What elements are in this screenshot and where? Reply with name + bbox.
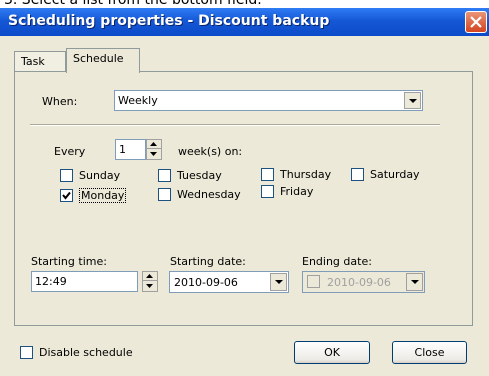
tab-schedule[interactable]: Schedule xyxy=(66,48,140,73)
scheduling-properties-dialog: Scheduling properties - Discount backup … xyxy=(0,8,489,376)
starting-time-spinner[interactable] xyxy=(142,271,158,292)
wednesday-label: Wednesday xyxy=(177,188,241,201)
when-select[interactable]: Weekly xyxy=(114,90,423,111)
checkbox-box[interactable] xyxy=(60,169,73,182)
ending-date-enable-checkbox[interactable] xyxy=(307,275,320,288)
chevron-down-icon xyxy=(409,99,417,103)
when-dropdown-button[interactable] xyxy=(404,92,421,109)
instruction-caption-text: 3. Select a list from the bottom field. xyxy=(4,0,262,8)
chevron-down-icon xyxy=(411,280,419,284)
checkbox-box[interactable] xyxy=(158,188,171,201)
checkbox-box[interactable] xyxy=(351,168,364,181)
chevron-down-icon xyxy=(150,152,157,156)
disable-schedule-checkbox[interactable]: Disable schedule xyxy=(20,346,133,359)
ok-button[interactable]: OK xyxy=(294,341,370,364)
window-title: Scheduling properties - Discount backup xyxy=(8,13,330,29)
saturday-checkbox[interactable]: Saturday xyxy=(351,168,420,181)
friday-label: Friday xyxy=(280,185,314,198)
monday-label: Monday xyxy=(79,188,127,203)
divider xyxy=(30,124,440,126)
chevron-up-icon xyxy=(146,274,153,278)
title-bar[interactable]: Scheduling properties - Discount backup xyxy=(0,8,489,36)
when-select-value: Weekly xyxy=(118,94,158,107)
sunday-label: Sunday xyxy=(79,169,121,182)
spinner-up-button[interactable] xyxy=(143,272,157,281)
wednesday-checkbox[interactable]: Wednesday xyxy=(158,188,241,201)
close-window-button[interactable] xyxy=(465,11,487,33)
monday-checkbox[interactable]: Monday xyxy=(60,188,127,203)
starting-date-label: Starting date: xyxy=(170,255,246,268)
starting-date-dropdown-button[interactable] xyxy=(270,273,287,291)
friday-checkbox[interactable]: Friday xyxy=(261,185,313,198)
chevron-down-icon xyxy=(146,284,153,288)
checkbox-box[interactable] xyxy=(20,346,33,359)
starting-date-value: 2010-09-06 xyxy=(174,276,238,289)
chevron-down-icon xyxy=(275,280,283,284)
checkbox-box[interactable] xyxy=(261,168,274,181)
spinner-down-button[interactable] xyxy=(143,282,157,291)
checkbox-box[interactable] xyxy=(158,169,171,182)
starting-time-label: Starting time: xyxy=(31,255,107,268)
every-weeks-spinner[interactable] xyxy=(146,139,162,160)
thursday-checkbox[interactable]: Thursday xyxy=(261,168,331,181)
close-button[interactable]: Close xyxy=(392,341,467,364)
disable-schedule-label: Disable schedule xyxy=(39,346,133,359)
tuesday-label: Tuesday xyxy=(177,169,222,182)
ending-date-picker[interactable]: 2010-09-06 xyxy=(302,271,425,293)
spinner-down-button[interactable] xyxy=(147,150,161,159)
close-icon xyxy=(470,16,482,28)
starting-time-input[interactable]: 12:49 xyxy=(31,271,138,292)
checkbox-box[interactable] xyxy=(261,185,274,198)
ending-date-dropdown-button[interactable] xyxy=(406,273,423,291)
saturday-label: Saturday xyxy=(370,168,420,181)
chevron-up-icon xyxy=(150,142,157,146)
thursday-label: Thursday xyxy=(280,168,332,181)
every-label: Every xyxy=(54,145,86,158)
when-label: When: xyxy=(42,95,78,108)
every-weeks-value: 1 xyxy=(119,143,126,156)
checkbox-box[interactable] xyxy=(60,189,73,202)
weeks-on-label: week(s) on: xyxy=(178,145,243,158)
sunday-checkbox[interactable]: Sunday xyxy=(60,169,120,182)
ending-date-label: Ending date: xyxy=(302,255,372,268)
every-weeks-input[interactable]: 1 xyxy=(115,139,146,160)
instruction-caption: 3. Select a list from the bottom field. xyxy=(0,0,489,8)
starting-time-value: 12:49 xyxy=(35,275,67,288)
tab-schedule-label: Schedule xyxy=(73,52,124,65)
tab-task[interactable]: Task xyxy=(14,51,66,71)
spinner-up-button[interactable] xyxy=(147,140,161,149)
starting-date-picker[interactable]: 2010-09-06 xyxy=(169,271,289,293)
tab-task-label: Task xyxy=(21,55,45,68)
tuesday-checkbox[interactable]: Tuesday xyxy=(158,169,222,182)
checkmark-icon xyxy=(62,191,71,200)
ending-date-value: 2010-09-06 xyxy=(327,276,391,289)
